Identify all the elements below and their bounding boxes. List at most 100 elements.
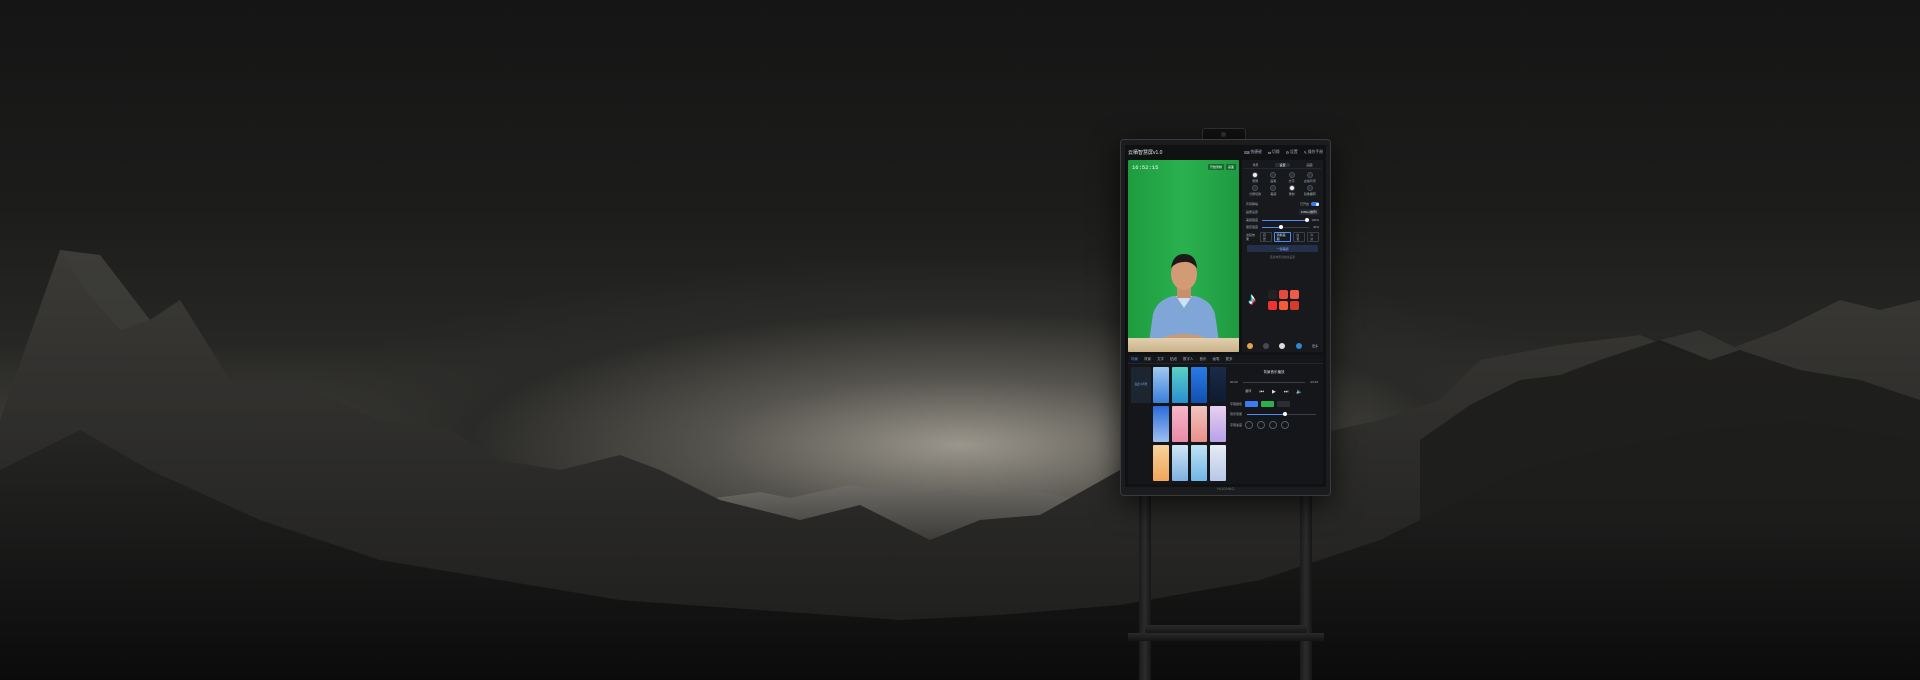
tool-record[interactable]: 录屏 [1246, 172, 1264, 183]
scene-thumbnail[interactable] [1191, 406, 1207, 442]
speed-option[interactable] [1257, 421, 1266, 429]
app-icon[interactable] [1290, 301, 1299, 310]
app-icon[interactable] [1279, 290, 1288, 299]
lower-tab[interactable]: 画笔 [1213, 357, 1220, 362]
tool-label: 录屏 [1252, 179, 1259, 183]
tab-settings[interactable]: 设置 [1275, 163, 1290, 167]
tool-background[interactable]: 虚拟背景 [1301, 172, 1319, 183]
resolution-row: 画质设置 1080p(推荐) [1246, 209, 1319, 215]
scene-thumbnail[interactable] [1210, 406, 1226, 442]
play-icon[interactable]: ▶ [1272, 389, 1276, 395]
tool-mirror[interactable]: 镜像翻转 [1301, 185, 1319, 196]
app-icon[interactable] [1290, 290, 1299, 299]
color-swatch-blue[interactable] [1245, 401, 1259, 407]
speed-label: 字幕速度 [1230, 423, 1243, 427]
tool-text[interactable]: 文字 [1283, 172, 1301, 183]
speed-option[interactable] [1245, 421, 1254, 429]
filter-row: 滤镜效果 自然 清新亮丽 白皙 冷淡 [1246, 232, 1320, 242]
more-link[interactable]: 更多 [1312, 344, 1318, 348]
tab-view[interactable]: 画面 [1306, 163, 1312, 167]
speed-option[interactable] [1281, 421, 1290, 429]
camera-preview[interactable]: 16:52:15 开始录制 画面 [1128, 160, 1239, 352]
tiktok-icon[interactable]: ♪ [1248, 291, 1262, 309]
prev-icon[interactable]: ⏮ [1259, 389, 1264, 395]
volume-slider[interactable] [1247, 412, 1316, 416]
noise-reduction-status: 已开启 [1299, 202, 1309, 206]
scene-thumbnail[interactable] [1153, 445, 1169, 481]
toolbar-switch[interactable]: ⇄ 切换 [1268, 150, 1280, 155]
scene-thumbnail[interactable] [1153, 367, 1169, 403]
noise-reduction-row: 声音降噪 已开启 [1246, 202, 1319, 206]
app-icon[interactable] [1279, 343, 1286, 349]
speed-option[interactable] [1269, 421, 1278, 429]
panel-footer: 更多 [1244, 343, 1321, 349]
app-icon[interactable] [1263, 343, 1270, 349]
app-icon[interactable] [1268, 290, 1277, 299]
slider-value: 100% [1311, 218, 1319, 222]
time-end: 03:45 [1310, 380, 1318, 384]
record-tag[interactable]: 开始录制 [1207, 164, 1224, 170]
slider-handle[interactable] [1282, 412, 1287, 416]
tool-camera[interactable]: 录制 [1283, 185, 1301, 196]
tab-scene[interactable]: 场景 [1252, 163, 1258, 167]
beauty-slider[interactable] [1262, 218, 1310, 222]
color-swatch-green[interactable] [1261, 401, 1275, 407]
filter-chip[interactable]: 白皙 [1293, 232, 1306, 242]
custom-background-tile[interactable]: 自定义背景 [1131, 367, 1151, 403]
smart-display: 云栖智慧屏v1.0 ⌨ 快捷键 ⇄ 切换 ⚙ 设置 ✎ 操作手册 16:52:15 开始… [1120, 139, 1331, 496]
tool-pen[interactable]: 画笔 [1264, 172, 1282, 183]
filter-chip[interactable]: 冷淡 [1307, 232, 1320, 242]
lower-tab[interactable]: 音乐 [1200, 357, 1207, 362]
tool-beauty[interactable]: 美颜 [1264, 185, 1282, 196]
color-swatch-dark[interactable] [1277, 401, 1291, 407]
toolbar-settings[interactable]: ⚙ 设置 [1286, 150, 1298, 155]
lower-tab[interactable]: 文字 [1157, 357, 1164, 362]
loop-button[interactable]: 循环 [1245, 389, 1251, 395]
app-icon[interactable] [1247, 343, 1253, 349]
panel-tabs: 场景 设置 画面 [1244, 162, 1321, 169]
noise-reduction-toggle[interactable] [1311, 202, 1319, 206]
toolbar-manual[interactable]: ✎ 操作手册 [1304, 150, 1323, 155]
lower-tab[interactable]: 贴纸 [1170, 357, 1177, 362]
resolution-select[interactable]: 1080p(推荐) [1298, 209, 1319, 215]
hero-banner: 云栖智慧屏v1.0 ⌨ 快捷键 ⇄ 切换 ⚙ 设置 ✎ 操作手册 16:52:15 开始… [0, 0, 1920, 680]
control-panel: 场景 设置 画面 录屏 画笔 文字 虚拟背景 分屏切换 美颜 录制 镜像翻转 声… [1242, 160, 1323, 352]
view-tag[interactable]: 画面 [1225, 164, 1236, 170]
slider-handle[interactable] [1305, 218, 1310, 222]
lower-tabs: 场景 背景 文字 贴纸 数字人 音乐 画笔 更多 [1128, 355, 1323, 364]
toolbar-keyboard[interactable]: ⌨ 快捷键 [1244, 150, 1262, 155]
scene-thumbnail[interactable] [1210, 367, 1226, 403]
scene-thumbnail[interactable] [1172, 367, 1188, 403]
preview-clock: 16:52:15 [1132, 164, 1159, 171]
app-icon[interactable] [1268, 301, 1277, 310]
app-topbar: 云栖智慧屏v1.0 ⌨ 快捷键 ⇄ 切换 ⚙ 设置 ✎ 操作手册 [1125, 145, 1326, 159]
scene-thumbnail[interactable] [1172, 445, 1188, 481]
smooth-slider[interactable] [1262, 225, 1309, 229]
display-screen: 云栖智慧屏v1.0 ⌨ 快捷键 ⇄ 切换 ⚙ 设置 ✎ 操作手册 16:52:15 开始… [1125, 145, 1326, 487]
scene-thumbnail[interactable] [1191, 445, 1207, 481]
slider-handle[interactable] [1278, 225, 1283, 229]
noise-reduction-status-group: 已开启 [1300, 202, 1319, 206]
volume-icon[interactable]: 🔈 [1296, 389, 1302, 395]
scene-thumbnail[interactable] [1210, 445, 1226, 481]
custom-background-label: 自定义背景 [1134, 383, 1148, 386]
lower-tab[interactable]: 数字人 [1183, 357, 1194, 362]
filter-chip[interactable]: 清新亮丽 [1273, 232, 1292, 242]
scene-thumbnail[interactable] [1172, 406, 1188, 442]
pen-icon [1270, 172, 1277, 178]
app-icon[interactable] [1295, 343, 1302, 349]
progress-slider[interactable] [1242, 381, 1306, 383]
next-icon[interactable]: ⏭ [1284, 389, 1289, 395]
lower-tab[interactable]: 更多 [1226, 357, 1233, 362]
lower-tab[interactable]: 背景 [1144, 357, 1151, 362]
music-player: 背景音乐播放 00:00 03:45 循环 ⏮ ▶ ⏭ 🔈 字幕颜色 音乐音量 … [1228, 367, 1320, 481]
background-icon [1306, 172, 1313, 178]
app-icon[interactable] [1279, 301, 1288, 310]
scene-thumbnail[interactable] [1153, 406, 1169, 442]
scene-thumbnail[interactable] [1191, 367, 1207, 403]
presenter-figure [1149, 254, 1219, 342]
tool-split[interactable]: 分屏切换 [1246, 185, 1264, 196]
filter-chip[interactable]: 自然 [1259, 232, 1272, 242]
one-click-beauty-button[interactable]: 一键美颜 [1247, 245, 1318, 252]
lower-tab[interactable]: 场景 [1131, 357, 1138, 362]
